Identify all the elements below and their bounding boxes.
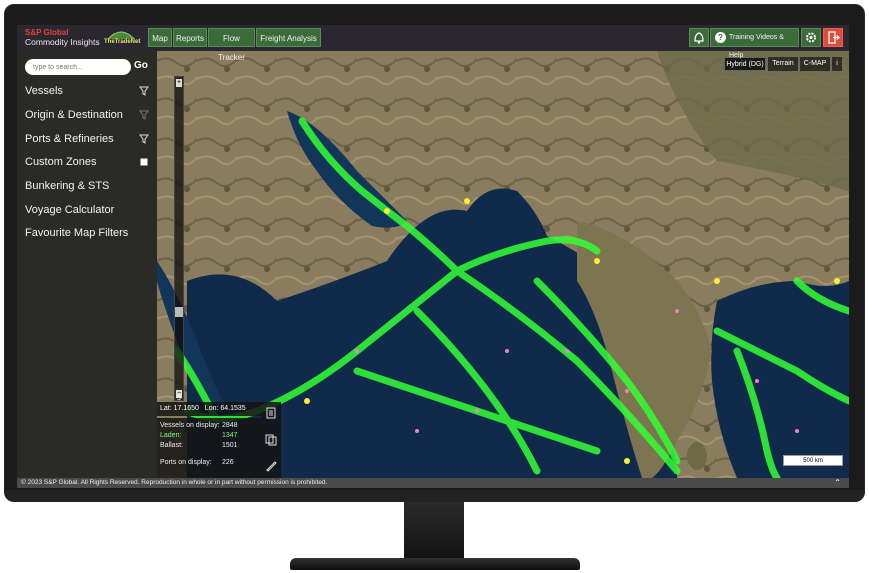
checkbox-icon[interactable] — [139, 157, 149, 167]
stat-laden: Laden: 1347 — [160, 431, 258, 440]
bell-icon — [694, 32, 704, 44]
vessel-stats-panel: Vessels on display: 2848 Laden: 1347 Bal… — [157, 418, 261, 478]
gear-icon — [806, 32, 816, 43]
maptype-terrain-button[interactable]: Terrain — [768, 57, 798, 71]
ruler-icon[interactable] — [265, 460, 277, 472]
tradenet-logo: TheTradeNet — [104, 27, 141, 49]
sidebar-item-label: Bunkering & STS — [25, 180, 110, 192]
logout-icon — [828, 31, 840, 44]
zoom-in-button[interactable]: + — [176, 79, 182, 87]
stat-vessels-value: 2848 — [222, 422, 238, 429]
coordinate-readout: Lat: 17.1650 Lon: 64.1535 — [157, 402, 261, 416]
map-tools — [261, 402, 281, 478]
monitor-stand-base — [290, 558, 580, 570]
map-scale: 500 km — [783, 455, 843, 466]
lat-label: Lat: — [160, 405, 172, 412]
sidebar-item-label: Voyage Calculator — [25, 204, 115, 216]
sidebar-item-vessels[interactable]: Vessels — [25, 82, 153, 100]
lat-value: 17.1650 — [173, 405, 199, 412]
map-info-button[interactable]: i — [832, 57, 842, 71]
sidebar-item-voyage-calculator[interactable]: Voyage Calculator — [25, 201, 153, 219]
go-button[interactable]: Go — [134, 60, 148, 71]
sidebar-item-label: Custom Zones — [25, 156, 97, 168]
training-help-button[interactable]: ? Training Videos & Help — [710, 28, 799, 59]
nav-flow-tracker[interactable]: Flow Tracker — [208, 28, 255, 62]
stat-laden-value: 1347 — [222, 432, 238, 439]
filter-icon[interactable] — [139, 86, 149, 96]
search-input[interactable] — [25, 59, 131, 75]
stat-ports-label: Ports on display: — [160, 459, 212, 466]
chevron-up-icon[interactable]: ⌃ — [834, 478, 841, 488]
lon-value: 64.1535 — [220, 405, 246, 412]
copy-icon[interactable] — [265, 434, 277, 446]
filter-icon[interactable] — [139, 134, 149, 144]
top-bar: S&P Global Commodity Insights TheTradeNe… — [17, 25, 849, 62]
nav-map[interactable]: Map — [148, 28, 172, 47]
monitor-chin — [4, 490, 865, 502]
stat-ballast-value: 1501 — [222, 442, 238, 449]
stat-ports-value: 226 — [222, 459, 234, 466]
sidebar-item-label: Vessels — [25, 85, 63, 97]
sidebar: Go Vessels Origin & Destination Ports & … — [17, 51, 157, 478]
stat-vessels: Vessels on display: 2848 — [160, 421, 258, 430]
sidebar-item-favourite-map-filters[interactable]: Favourite Map Filters — [25, 224, 153, 242]
maptype-cmap-button[interactable]: C-MAP — [800, 57, 830, 71]
settings-button[interactable] — [801, 28, 821, 47]
sidebar-item-custom-zones[interactable]: Custom Zones — [25, 153, 153, 171]
help-icon: ? — [715, 32, 726, 43]
stat-ballast: Ballast: 1501 — [160, 441, 258, 450]
logout-button[interactable] — [823, 28, 843, 47]
footer: © 2023 S&P Global. All Rights Reserved. … — [17, 478, 849, 488]
zoom-slider[interactable]: + − — [174, 76, 184, 401]
monitor-stand-neck — [404, 502, 464, 564]
app-screen: Hybrid (DG) Terrain C-MAP i + − 5 Lat: 1… — [17, 25, 849, 488]
tradenet-label: TheTradeNet — [104, 39, 141, 45]
sidebar-item-label: Origin & Destination — [25, 109, 123, 121]
list-icon[interactable] — [265, 407, 277, 419]
stat-vessels-label: Vessels on display: — [160, 422, 220, 429]
sidebar-item-label: Favourite Map Filters — [25, 227, 129, 239]
map-view[interactable]: Hybrid (DG) Terrain C-MAP i + − 5 Lat: 1… — [157, 51, 849, 478]
stat-ports: Ports on display: 226 — [160, 458, 258, 467]
filter-icon[interactable] — [139, 110, 149, 120]
sidebar-item-label: Ports & Refineries — [25, 133, 114, 145]
notifications-button[interactable] — [689, 28, 709, 47]
stat-ballast-label: Ballast: — [160, 442, 183, 449]
copyright-text: © 2023 S&P Global. All Rights Reserved. … — [21, 479, 328, 486]
nav-freight-analysis[interactable]: Freight Analysis — [256, 28, 321, 47]
zoom-handle[interactable] — [175, 307, 183, 317]
sidebar-item-bunkering-sts[interactable]: Bunkering & STS — [25, 177, 153, 195]
nav-reports[interactable]: Reports — [173, 28, 207, 47]
stat-laden-label: Laden: — [160, 432, 182, 439]
sidebar-item-origin-destination[interactable]: Origin & Destination — [25, 106, 153, 124]
sidebar-item-ports-refineries[interactable]: Ports & Refineries — [25, 130, 153, 148]
lon-label: Lon: — [204, 405, 219, 412]
